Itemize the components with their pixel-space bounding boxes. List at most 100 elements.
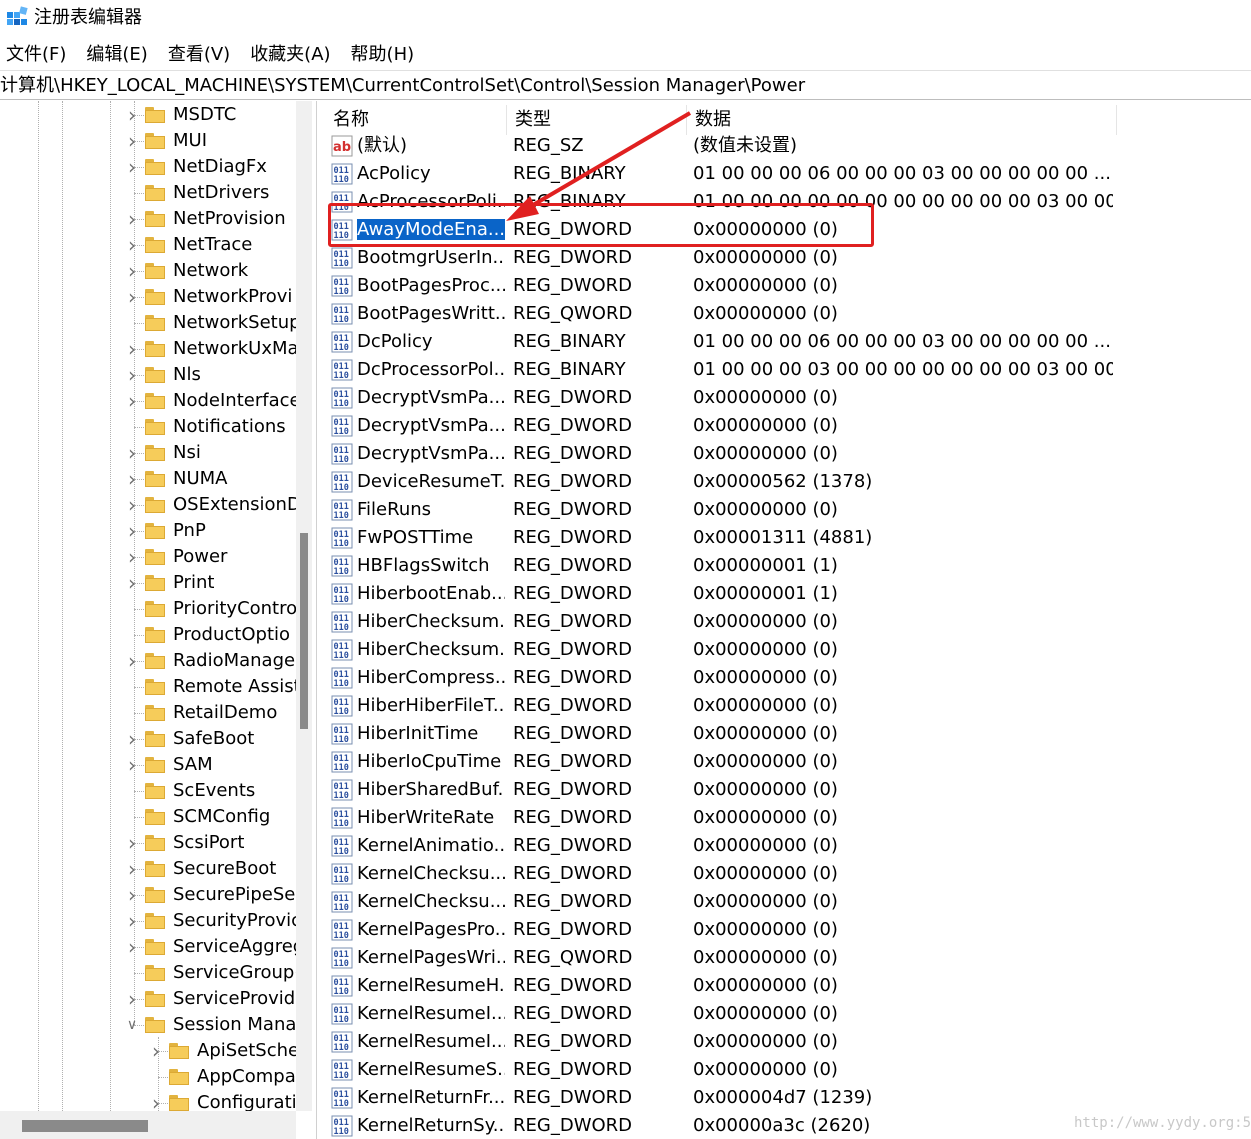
tree-item[interactable]: › Network xyxy=(0,258,300,284)
address-bar[interactable]: 计算机\HKEY_LOCAL_MACHINE\SYSTEM\CurrentCon… xyxy=(0,70,1251,100)
tree-horizontal-scroll-thumb[interactable] xyxy=(22,1120,148,1132)
tree-item[interactable]: › OSExtensionD xyxy=(0,492,301,518)
chevron-right-icon[interactable]: › xyxy=(124,131,140,151)
value-row[interactable]: 011 110 HiberInitTime REG_DWORD 0x00000000 (… xyxy=(325,720,1251,748)
chevron-right-icon[interactable]: › xyxy=(124,365,140,385)
tree-item[interactable]: ProductOptio xyxy=(0,622,300,648)
registry-values-list[interactable]: 名称 类型 数据 ab (默认) REG_SZ (数值未设置) 011 110 AcPoli… xyxy=(325,101,1251,1139)
tree-item[interactable]: › NetDiagFx xyxy=(0,154,300,180)
value-row[interactable]: 011 110 KernelResumeH... REG_DWORD 0x0000000… xyxy=(325,972,1251,1000)
tree-item[interactable]: › SAM xyxy=(0,752,300,778)
chevron-right-icon[interactable]: › xyxy=(124,521,140,541)
tree-item[interactable]: › ServiceAggreg xyxy=(0,934,304,960)
tree-item[interactable]: › SecurityProvic xyxy=(0,908,301,934)
menu-view[interactable]: 查看(V) xyxy=(168,41,230,69)
chevron-right-icon[interactable]: › xyxy=(124,235,140,255)
value-row[interactable]: 011 110 DecryptVsmPa... REG_DWORD 0x00000000… xyxy=(325,412,1251,440)
column-header-type[interactable]: 类型 xyxy=(507,105,687,135)
value-row[interactable]: 011 110 KernelResumeI... REG_DWORD 0x0000000… xyxy=(325,1000,1251,1028)
value-row[interactable]: 011 110 HBFlagsSwitch REG_DWORD 0x00000001 (… xyxy=(325,552,1251,580)
tree-item[interactable]: › NetworkUxMa xyxy=(0,336,300,362)
chevron-right-icon[interactable]: › xyxy=(124,859,140,879)
chevron-right-icon[interactable]: › xyxy=(124,391,140,411)
column-header-name[interactable]: 名称 xyxy=(325,105,507,135)
tree-item[interactable]: RetailDemo xyxy=(0,700,300,726)
value-row[interactable]: 011 110 KernelReturnFr... REG_DWORD 0x000004… xyxy=(325,1084,1251,1112)
chevron-right-icon[interactable]: › xyxy=(124,287,140,307)
menu-file[interactable]: 文件(F) xyxy=(6,41,66,69)
chevron-right-icon[interactable]: › xyxy=(124,989,140,1009)
value-row[interactable]: 011 110 FwPOSTTime REG_DWORD 0x00001311 (488… xyxy=(325,524,1251,552)
tree-item[interactable]: ScEvents xyxy=(0,778,300,804)
chevron-down-icon[interactable]: ∨ xyxy=(124,1015,140,1035)
tree-item[interactable]: › RadioManage xyxy=(0,648,300,674)
value-row[interactable]: 011 110 DeviceResumeT... REG_DWORD 0x0000056… xyxy=(325,468,1251,496)
tree-item[interactable]: › NodeInterface xyxy=(0,388,301,414)
tree-item[interactable]: › SafeBoot xyxy=(0,726,300,752)
chevron-right-icon[interactable]: › xyxy=(124,833,140,853)
tree-item[interactable]: › MSDTC xyxy=(0,102,300,128)
value-row[interactable]: 011 110 HiberSharedBuf... REG_DWORD 0x000000… xyxy=(325,776,1251,804)
tree-item[interactable]: › ServiceProvide xyxy=(0,986,306,1012)
chevron-right-icon[interactable]: › xyxy=(124,261,140,281)
value-row[interactable]: 011 110 HiberWriteRate REG_DWORD 0x00000000 … xyxy=(325,804,1251,832)
tree-item[interactable]: NetworkSetup xyxy=(0,310,301,336)
chevron-right-icon[interactable]: › xyxy=(124,157,140,177)
value-row[interactable]: 011 110 FileRuns REG_DWORD 0x00000000 (0) xyxy=(325,496,1251,524)
value-row[interactable]: 011 110 AcPolicy REG_BINARY 01 00 00 00 06 0… xyxy=(325,160,1251,188)
tree-item[interactable]: › SecureBoot xyxy=(0,856,300,882)
tree-item[interactable]: Remote Assist xyxy=(0,674,301,700)
column-header-data[interactable]: 数据 xyxy=(687,105,1117,135)
value-row[interactable]: 011 110 DecryptVsmPa... REG_DWORD 0x00000000… xyxy=(325,440,1251,468)
tree-item[interactable]: › NetProvision xyxy=(0,206,300,232)
chevron-right-icon[interactable]: › xyxy=(124,911,140,931)
value-row[interactable]: 011 110 BootmgrUserIn... REG_DWORD 0x0000000… xyxy=(325,244,1251,272)
tree-item[interactable]: AppCompa xyxy=(0,1064,300,1090)
value-row[interactable]: 011 110 KernelResumeS... REG_DWORD 0x0000000… xyxy=(325,1056,1251,1084)
value-row[interactable]: 011 110 HiberHiberFileT... REG_DWORD 0x00000… xyxy=(325,692,1251,720)
chevron-right-icon[interactable]: › xyxy=(124,209,140,229)
tree-item[interactable]: › Nls xyxy=(0,362,300,388)
registry-key-tree[interactable]: › MSDTC › MUI › NetDiagFx NetDrivers › NetProvis… xyxy=(0,101,317,1139)
tree-vertical-scroll-thumb[interactable] xyxy=(300,533,308,729)
tree-item[interactable]: › NetTrace xyxy=(0,232,300,258)
value-row[interactable]: 011 110 AwayModeEna... REG_DWORD 0x00000000 … xyxy=(325,216,1251,244)
value-row[interactable]: 011 110 HiberCompress... REG_DWORD 0x0000000… xyxy=(325,664,1251,692)
value-row[interactable]: 011 110 DcProcessorPol... REG_BINARY 01 00 0… xyxy=(325,356,1251,384)
value-row[interactable]: 011 110 BootPagesProc... REG_DWORD 0x0000000… xyxy=(325,272,1251,300)
tree-item[interactable]: NetDrivers xyxy=(0,180,300,206)
chevron-right-icon[interactable]: › xyxy=(124,105,140,125)
value-row[interactable]: 011 110 DcPolicy REG_BINARY 01 00 00 00 06 0… xyxy=(325,328,1251,356)
value-row[interactable]: 011 110 KernelPagesWri... REG_QWORD 0x000000… xyxy=(325,944,1251,972)
menu-help[interactable]: 帮助(H) xyxy=(351,41,415,69)
value-row[interactable]: 011 110 AcProcessorPoli... REG_BINARY 01 00 … xyxy=(325,188,1251,216)
value-row[interactable]: 011 110 HiberChecksum... REG_DWORD 0x0000000… xyxy=(325,608,1251,636)
chevron-right-icon[interactable]: › xyxy=(124,443,140,463)
chevron-right-icon[interactable]: › xyxy=(124,573,140,593)
value-row[interactable]: 011 110 KernelChecksu... REG_DWORD 0x0000000… xyxy=(325,860,1251,888)
tree-item[interactable]: › NetworkProvi xyxy=(0,284,300,310)
tree-item[interactable]: › SecurePipeSer xyxy=(0,882,303,908)
chevron-right-icon[interactable]: › xyxy=(124,937,140,957)
chevron-right-icon[interactable]: › xyxy=(124,547,140,567)
chevron-right-icon[interactable]: › xyxy=(124,469,140,489)
value-row[interactable]: 011 110 KernelPagesPro... REG_DWORD 0x000000… xyxy=(325,916,1251,944)
value-row[interactable]: 011 110 HiberIoCpuTime REG_DWORD 0x00000000 … xyxy=(325,748,1251,776)
tree-item[interactable]: › Power xyxy=(0,544,300,570)
tree-item[interactable]: ServiceGroup( xyxy=(0,960,301,986)
tree-item[interactable]: › MUI xyxy=(0,128,300,154)
chevron-right-icon[interactable]: › xyxy=(124,651,140,671)
menu-edit[interactable]: 编辑(E) xyxy=(86,41,147,69)
menu-favorites[interactable]: 收藏夹(A) xyxy=(250,41,330,69)
tree-item[interactable]: › NUMA xyxy=(0,466,300,492)
value-row[interactable]: 011 110 HiberChecksum... REG_DWORD 0x0000000… xyxy=(325,636,1251,664)
chevron-right-icon[interactable]: › xyxy=(124,495,140,515)
chevron-right-icon[interactable]: › xyxy=(148,1093,164,1113)
chevron-right-icon[interactable]: › xyxy=(148,1041,164,1061)
chevron-right-icon[interactable]: › xyxy=(124,885,140,905)
tree-item[interactable]: PriorityContro xyxy=(0,596,300,622)
value-row[interactable]: 011 110 BootPagesWritt... REG_QWORD 0x000000… xyxy=(325,300,1251,328)
tree-item[interactable]: › ApiSetSche xyxy=(0,1038,300,1064)
tree-item[interactable]: ∨ Session Mana xyxy=(0,1012,300,1038)
value-row[interactable]: ab (默认) REG_SZ (数值未设置) xyxy=(325,132,1251,160)
